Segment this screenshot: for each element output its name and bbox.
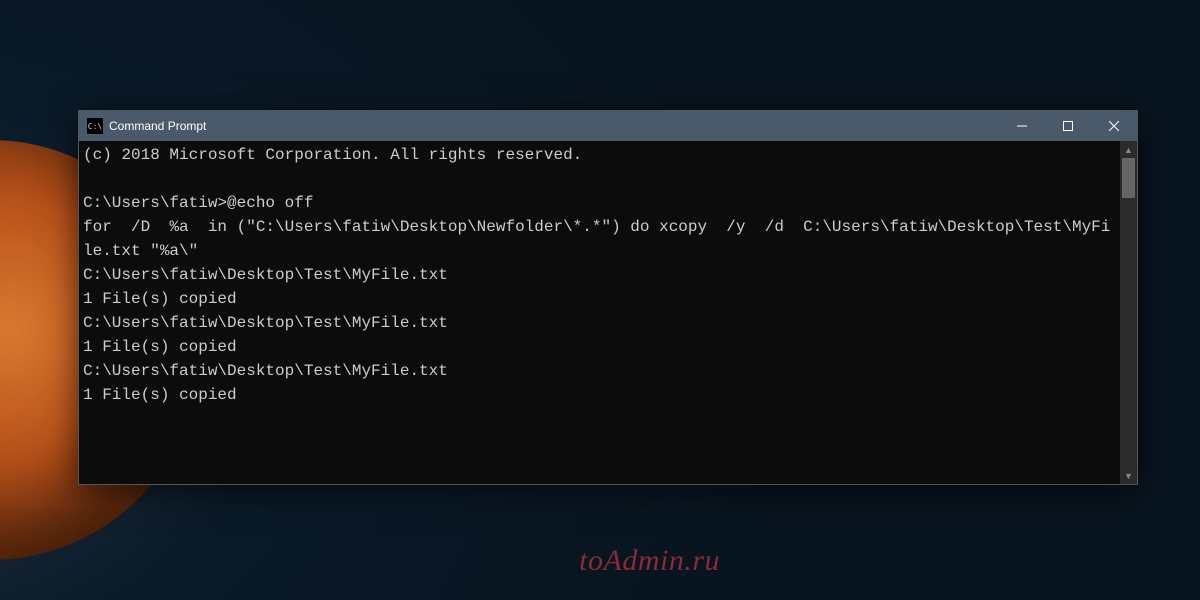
close-button[interactable]	[1091, 111, 1137, 141]
vertical-scrollbar[interactable]: ▲ ▼	[1120, 141, 1137, 484]
window-title: Command Prompt	[109, 119, 206, 133]
scrollbar-thumb[interactable]	[1122, 158, 1135, 198]
app-icon: C:\	[87, 118, 103, 134]
command-prompt-window: C:\ Command Prompt (c) 2018 Microsoft Co…	[78, 110, 1138, 485]
watermark-text: toAdmin.ru	[579, 544, 720, 578]
maximize-button[interactable]	[1045, 111, 1091, 141]
titlebar[interactable]: C:\ Command Prompt	[79, 111, 1137, 141]
scroll-up-arrow-icon[interactable]: ▲	[1120, 141, 1137, 158]
console-output[interactable]: (c) 2018 Microsoft Corporation. All righ…	[79, 141, 1120, 484]
scroll-down-arrow-icon[interactable]: ▼	[1120, 467, 1137, 484]
minimize-button[interactable]	[999, 111, 1045, 141]
console-area: (c) 2018 Microsoft Corporation. All righ…	[79, 141, 1137, 484]
